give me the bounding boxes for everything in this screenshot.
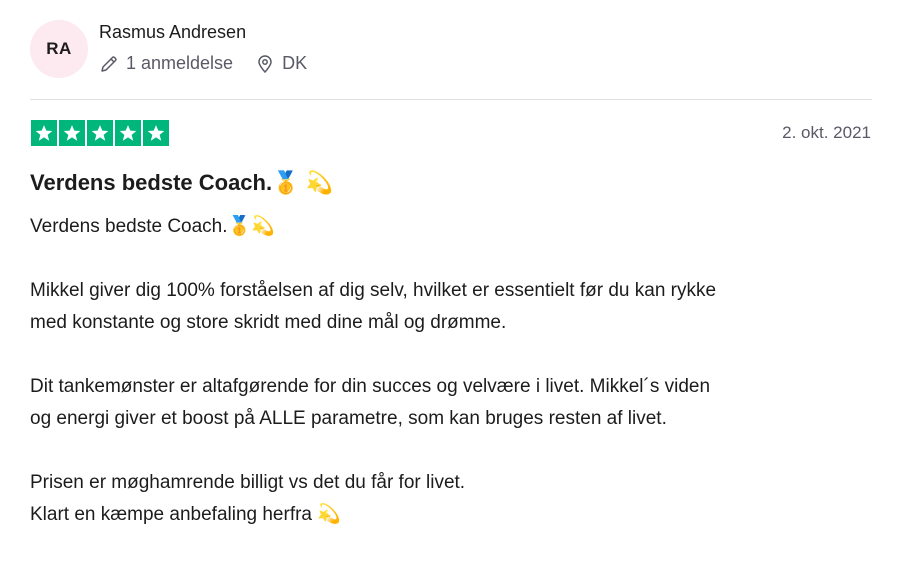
star-icon — [87, 120, 113, 146]
review-body: Verdens bedste Coach.🥇💫 Mikkel giver dig … — [30, 211, 880, 563]
review-line: Prisen er møghamrende billigt vs det du … — [30, 472, 466, 493]
review-count: 1 anmeldelse — [126, 53, 234, 73]
reviewer-header: RA Rasmus Andresen 1 anmeldelse DK — [30, 20, 872, 80]
avatar[interactable]: RA — [30, 20, 88, 78]
divider — [30, 99, 872, 100]
star-icon — [31, 120, 57, 146]
review-title[interactable]: Verdens bedste Coach.🥇 💫 — [30, 170, 333, 196]
star-icon — [143, 120, 169, 146]
pencil-icon — [99, 54, 119, 74]
star-icon — [115, 120, 141, 146]
star-icon — [59, 120, 85, 146]
review-line: Mikkel giver dig 100% forståelsen af dig… — [30, 280, 717, 301]
review-line: og energi giver et boost på ALLE paramet… — [30, 408, 667, 429]
reviewer-meta: 1 anmeldelse DK — [99, 53, 307, 74]
country-code: DK — [282, 53, 308, 73]
location-pin-icon — [255, 54, 275, 74]
review-date: 2. okt. 2021 — [782, 123, 871, 142]
review-paragraph: Prisen er møghamrende billigt vs det du … — [30, 467, 880, 531]
review-line: Dit tankemønster er altafgørende for din… — [30, 376, 711, 397]
review-line: med konstante og store skridt med dine m… — [30, 312, 507, 333]
review-paragraph: Dit tankemønster er altafgørende for din… — [30, 371, 880, 435]
review-paragraph: Verdens bedste Coach.🥇💫 — [30, 211, 880, 243]
review-paragraph: Mikkel giver dig 100% forståelsen af dig… — [30, 275, 880, 339]
reviewer-name[interactable]: Rasmus Andresen — [99, 22, 246, 43]
review-line: Verdens bedste Coach.🥇💫 — [30, 216, 275, 237]
star-rating — [31, 120, 169, 146]
review-line: Klart en kæmpe anbefaling herfra 💫 — [30, 504, 341, 525]
